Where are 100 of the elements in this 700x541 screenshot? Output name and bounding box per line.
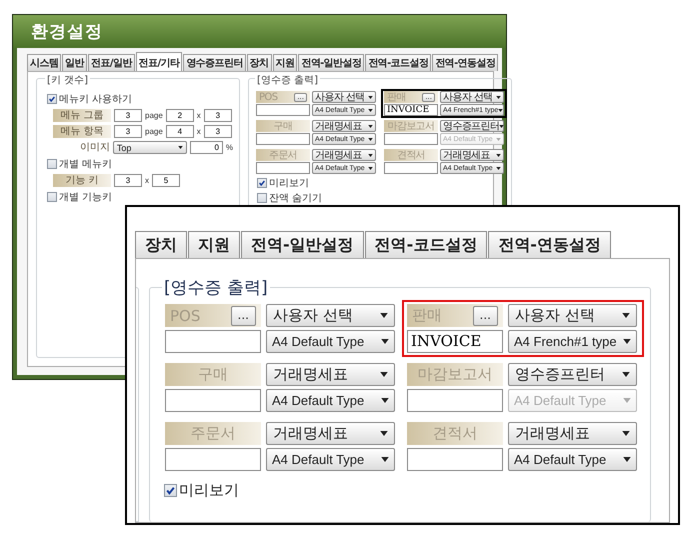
input-field[interactable] — [407, 448, 503, 471]
unit-label: % — [226, 143, 234, 152]
caret-icon — [496, 166, 501, 170]
checkbox[interactable] — [47, 159, 57, 169]
checkbox-label: 미리보기 — [179, 481, 239, 500]
tab[interactable]: 시스템 — [27, 54, 62, 71]
checkbox[interactable] — [257, 178, 267, 188]
caret-icon — [368, 124, 373, 128]
caret-icon — [368, 154, 373, 156]
field-label: 구매 — [198, 365, 228, 384]
field-label: 마감보고서 — [387, 120, 434, 133]
field-label: 판매 — [412, 306, 442, 325]
printer-dropdown[interactable]: 거래명세표 — [440, 149, 504, 161]
checkbox-label: 잔액 숨기기 — [269, 192, 322, 205]
more-button[interactable]: ... — [230, 306, 256, 326]
input-field[interactable]: 3 — [204, 109, 232, 122]
input-field[interactable]: 2 — [166, 109, 194, 122]
caret-icon — [380, 372, 388, 377]
input-field[interactable] — [165, 389, 261, 412]
input-field[interactable] — [384, 133, 438, 145]
unit-label: page — [145, 127, 163, 136]
input-field[interactable]: 3 — [114, 174, 142, 187]
input-field[interactable] — [165, 330, 261, 353]
input-field[interactable]: INVOICE — [384, 104, 438, 116]
input-field[interactable] — [256, 104, 310, 116]
group-title: [영수증 출력] — [255, 73, 320, 87]
tab[interactable]: 장치 — [246, 54, 272, 71]
caret-icon — [368, 108, 373, 112]
printer-dropdown[interactable]: 사용자 선택 — [266, 304, 395, 327]
more-button[interactable]: ... — [472, 306, 498, 326]
caret-icon — [498, 108, 504, 112]
tab[interactable]: 전역-연동설정 — [432, 54, 498, 71]
printer-dropdown[interactable]: 거래명세표 — [508, 422, 637, 445]
input-field[interactable] — [165, 448, 261, 471]
input-field[interactable] — [256, 162, 310, 174]
input-field[interactable]: 3 — [204, 125, 232, 138]
printer-dropdown[interactable]: 사용자 선택 — [440, 91, 504, 103]
printer-dropdown[interactable]: 거래명세표 — [266, 422, 395, 445]
field-label: 주문서 — [190, 424, 236, 443]
tab[interactable]: 지원 — [272, 54, 298, 71]
caret-icon — [622, 372, 630, 377]
form-dropdown[interactable]: A4 Default Type — [266, 389, 395, 412]
caret-icon — [499, 124, 504, 128]
tab[interactable]: 전역-일반설정 — [241, 231, 364, 258]
caret-icon — [381, 398, 389, 403]
input-field[interactable] — [407, 389, 503, 412]
field-label: POS — [259, 92, 278, 102]
tab[interactable]: 일반 — [62, 54, 88, 71]
input-field[interactable] — [384, 162, 438, 174]
input-field[interactable]: INVOICE — [407, 330, 503, 353]
input-field[interactable]: 0 — [190, 141, 223, 154]
field-label: 구매 — [274, 120, 292, 133]
image-dropdown[interactable]: Top — [112, 141, 188, 154]
field-label: 견적서 — [396, 149, 426, 162]
tab[interactable]: 전표/일반 — [88, 54, 135, 71]
form-dropdown[interactable]: A4 Default Type — [266, 448, 395, 471]
checkbox-label: 미리보기 — [269, 177, 309, 190]
input-field[interactable]: 4 — [166, 125, 194, 138]
tab[interactable]: 전역-일반설정 — [298, 54, 364, 71]
caret-icon — [496, 138, 501, 140]
tab[interactable]: 전역-연동설정 — [488, 231, 611, 258]
field-label: 메뉴 그룹 — [53, 109, 111, 122]
field-label: 주문서 — [268, 149, 298, 162]
field-label: 메뉴 항목 — [53, 125, 111, 138]
unit-label: x — [145, 176, 149, 185]
printer-dropdown[interactable]: 사용자 선택 — [508, 304, 637, 327]
printer-dropdown[interactable]: 영수증프린터 — [508, 363, 637, 386]
input-field[interactable]: 3 — [114, 125, 142, 138]
input-field[interactable]: 5 — [152, 174, 180, 187]
caret-icon — [368, 96, 373, 98]
printer-dropdown[interactable]: 거래명세표 — [312, 120, 376, 132]
field-label: 판매 — [387, 91, 406, 104]
caret-icon — [623, 457, 631, 462]
tab[interactable]: 영수증프린터 — [183, 54, 246, 71]
field-label: 이미지 — [78, 141, 110, 154]
field-label: 견적서 — [432, 424, 478, 443]
unit-label: page — [145, 111, 163, 120]
tab[interactable]: 전역-코드설정 — [364, 231, 488, 258]
form-dropdown[interactable]: A4 French#1 type — [508, 330, 637, 353]
checkbox[interactable] — [47, 192, 57, 202]
tab[interactable]: 장치 — [135, 231, 187, 258]
tab[interactable]: 전표/기타 — [136, 52, 182, 71]
field-label: POS — [170, 306, 200, 324]
input-field[interactable] — [256, 133, 310, 145]
tab[interactable]: 지원 — [188, 231, 240, 258]
checkbox[interactable] — [47, 94, 57, 104]
caret-icon — [381, 457, 389, 462]
caret-icon — [380, 431, 388, 436]
printer-dropdown[interactable]: 사용자 선택 — [312, 91, 376, 103]
caret-icon — [623, 339, 631, 344]
tab[interactable]: 전역-코드설정 — [365, 54, 432, 71]
printer-dropdown[interactable]: 거래명세표 — [266, 363, 395, 386]
checkbox[interactable] — [164, 484, 177, 497]
form-dropdown[interactable]: A4 Default Type — [508, 448, 637, 471]
form-dropdown[interactable]: A4 Default Type — [266, 330, 395, 353]
input-field[interactable]: 3 — [114, 109, 142, 122]
checkbox[interactable] — [257, 193, 267, 203]
printer-dropdown[interactable]: 거래명세표 — [312, 149, 376, 161]
caret-icon — [496, 96, 501, 98]
printer-dropdown[interactable]: 영수증프린터 — [440, 120, 504, 132]
